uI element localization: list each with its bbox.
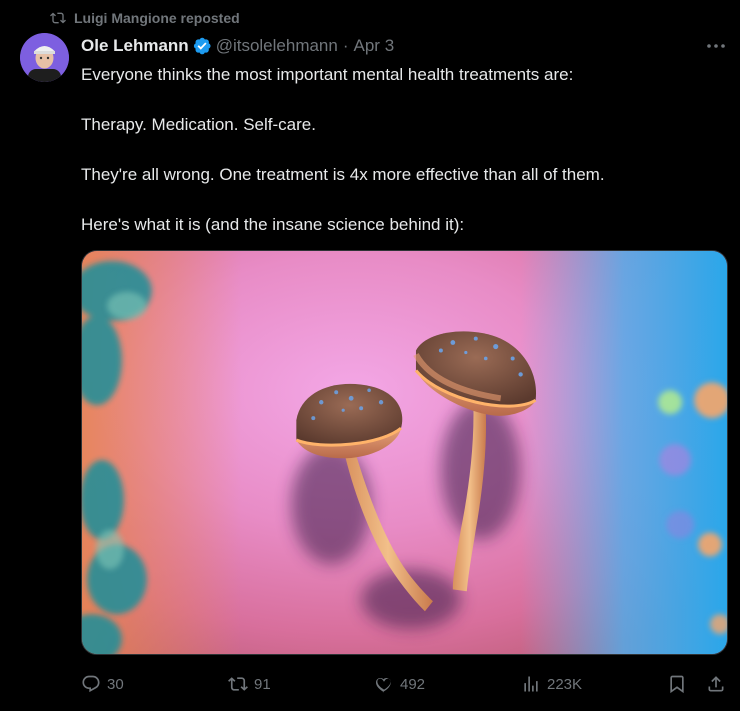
tweet-header: Ole Lehmann @itsolelehmann · Apr 3 [81, 34, 724, 58]
reply-button[interactable]: 30 [81, 674, 124, 694]
tweet-actions-bar: 30 91 492 223K [81, 670, 729, 698]
bookmark-icon [670, 675, 684, 694]
header-separator: · [342, 36, 349, 55]
tweet-text: Everyone thinks the most important menta… [81, 62, 721, 262]
reply-count: 30 [107, 675, 124, 693]
like-count: 492 [400, 675, 426, 693]
repost-icon [50, 12, 66, 24]
tweet-paragraph: Everyone thinks the most important menta… [81, 65, 574, 84]
views-count: 223K [547, 675, 583, 693]
tweet-paragraph: They're all wrong. One treatment is 4x m… [81, 165, 605, 184]
tweet-paragraph: Therapy. Medication. Self-care. [81, 115, 316, 134]
share-icon [708, 676, 724, 692]
tweet-date[interactable]: Apr 3 [354, 36, 395, 56]
like-button[interactable]: 492 [374, 674, 425, 694]
repost-icon [228, 677, 248, 691]
verified-badge-icon [193, 37, 211, 55]
repost-indicator[interactable]: Luigi Mangione reposted [50, 8, 240, 28]
heart-icon [375, 677, 391, 693]
author-handle[interactable]: @itsolelehmann [216, 36, 338, 56]
repost-label: Luigi Mangione reposted [74, 10, 240, 26]
repost-count: 91 [254, 675, 271, 693]
author-name[interactable]: Ole Lehmann [81, 36, 189, 56]
bookmark-button[interactable] [667, 674, 687, 694]
mushroom-photo [82, 251, 727, 654]
repost-button[interactable]: 91 [228, 674, 271, 694]
more-dots-icon[interactable] [704, 34, 728, 58]
tweet-media-image[interactable] [81, 250, 728, 655]
share-button[interactable] [706, 674, 726, 694]
avatar[interactable] [20, 33, 69, 82]
reply-icon [82, 675, 100, 693]
tweet-paragraph: Here's what it is (and the insane scienc… [81, 215, 465, 234]
views-button[interactable]: 223K [521, 674, 582, 694]
views-chart-icon [524, 676, 538, 692]
